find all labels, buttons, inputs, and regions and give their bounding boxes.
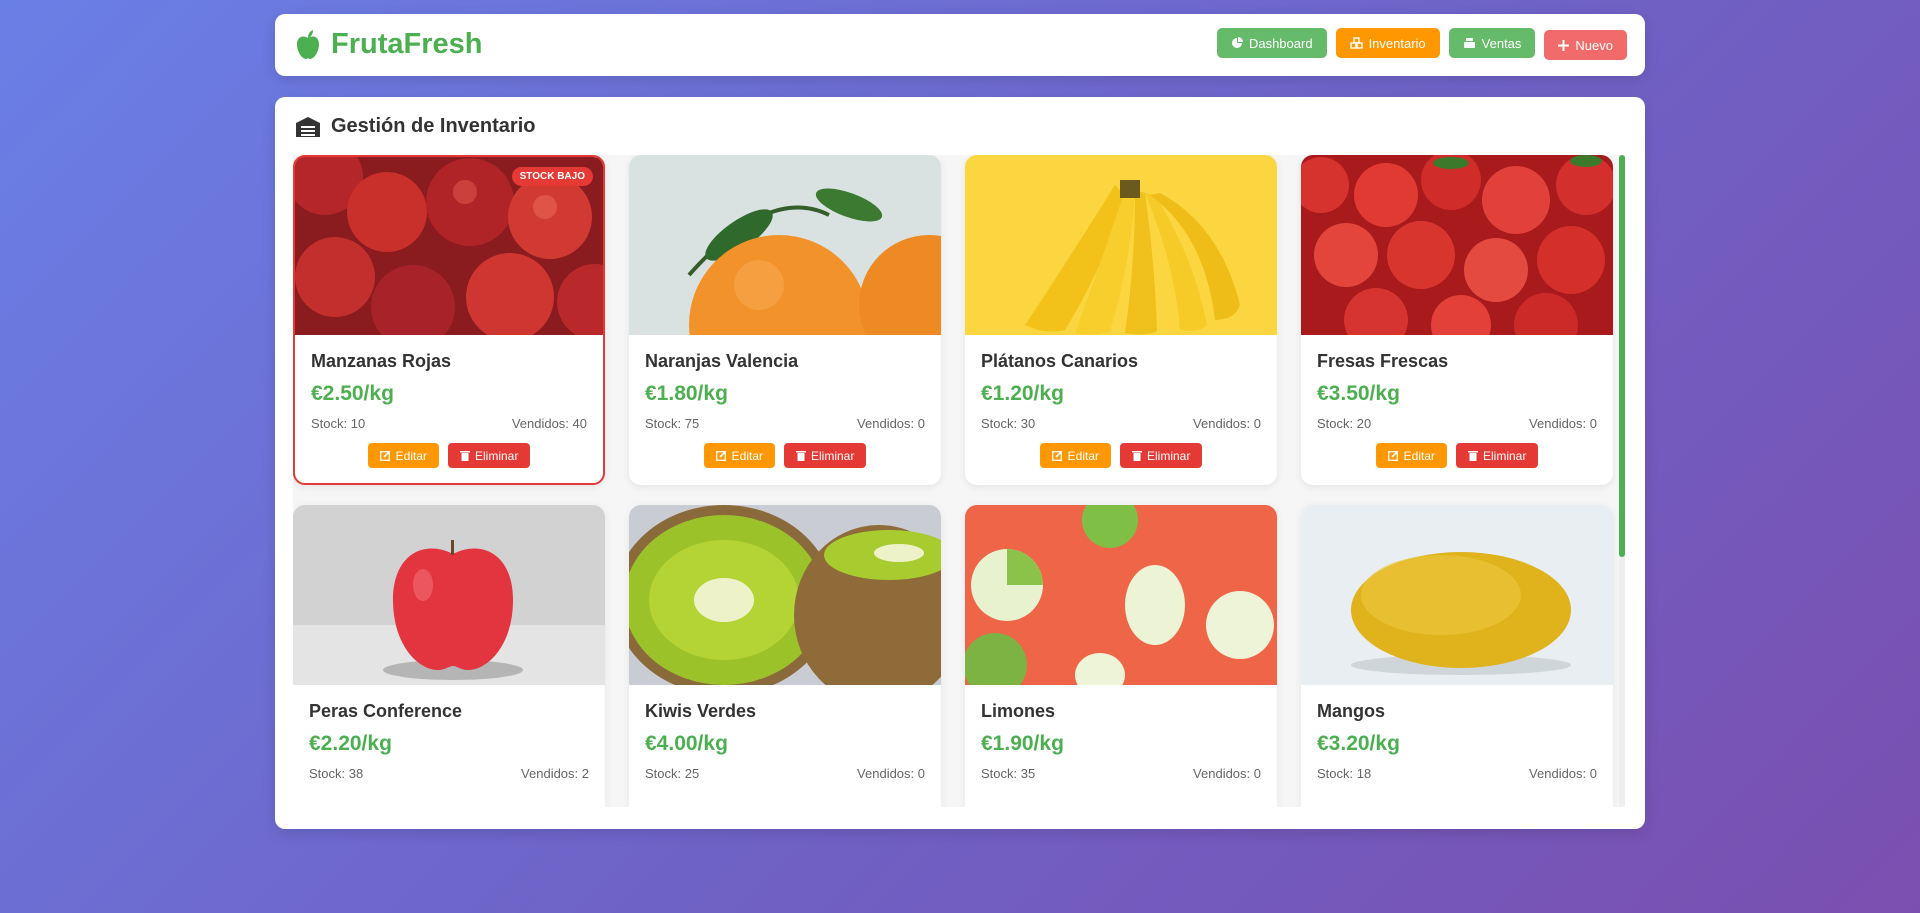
nuevo-label: Nuevo <box>1575 37 1613 53</box>
product-price: €1.20/kg <box>981 382 1064 405</box>
trash-icon <box>1468 450 1478 461</box>
product-name: Plátanos Canarios <box>981 351 1139 371</box>
main-nav: Dashboard Inventario Ventas Nuevo <box>1216 28 1627 60</box>
ventas-button[interactable]: Ventas <box>1448 28 1536 58</box>
product-card: Mangos €3.20/kg Stock: 18 Vendidos: 0 <box>1301 505 1613 807</box>
delete-button[interactable]: Eliminar <box>1120 443 1203 468</box>
edit-icon <box>715 450 727 461</box>
product-price: €4.00/kg <box>645 732 728 755</box>
product-image <box>629 505 941 685</box>
product-name: Limones <box>981 701 1056 721</box>
product-sold: Vendidos: 0 <box>1529 766 1597 781</box>
delete-button[interactable]: Eliminar <box>1456 443 1539 468</box>
product-sold: Vendidos: 2 <box>521 766 589 781</box>
product-stock: Stock: 20 <box>1317 416 1372 431</box>
product-card: STOCK BAJO Manzanas Rojas €2.50/kg Stock… <box>293 155 605 485</box>
cash-register-icon <box>1463 37 1476 49</box>
dashboard-label: Dashboard <box>1248 35 1313 51</box>
delete-label: Eliminar <box>811 448 855 463</box>
inventory-panel: Gestión de Inventario STOCK BAJO Manzana… <box>275 97 1645 829</box>
product-stock: Stock: 25 <box>645 766 700 781</box>
delete-label: Eliminar <box>1147 448 1191 463</box>
product-card: Plátanos Canarios €1.20/kg Stock: 30 Ven… <box>965 155 1277 485</box>
top-header: FrutaFresh Dashboard Inventario Ventas N… <box>275 14 1645 76</box>
edit-button[interactable]: Editar <box>1039 443 1111 468</box>
product-card: Peras Conference €2.20/kg Stock: 38 Vend… <box>293 505 605 807</box>
nuevo-button[interactable]: Nuevo <box>1544 30 1627 60</box>
section-title: Gestión de Inventario <box>331 115 536 137</box>
product-image: STOCK BAJO <box>295 157 603 335</box>
product-sold: Vendidos: 0 <box>1529 416 1597 431</box>
product-stock: Stock: 75 <box>645 416 700 431</box>
product-stock: Stock: 38 <box>309 766 364 781</box>
product-card: Naranjas Valencia €1.80/kg Stock: 75 Ven… <box>629 155 941 485</box>
edit-button[interactable]: Editar <box>1375 443 1447 468</box>
product-image <box>293 505 605 685</box>
product-price: €1.80/kg <box>645 382 728 405</box>
product-name: Fresas Frescas <box>1317 351 1449 371</box>
boxes-icon <box>1349 37 1363 49</box>
product-sold: Vendidos: 0 <box>857 416 925 431</box>
edit-button[interactable]: Editar <box>367 443 439 468</box>
section-header: Gestión de Inventario <box>295 115 535 138</box>
product-grid-viewport[interactable]: STOCK BAJO Manzanas Rojas €2.50/kg Stock… <box>293 155 1625 807</box>
product-sold: Vendidos: 0 <box>857 766 925 781</box>
product-card: Kiwis Verdes €4.00/kg Stock: 25 Vendidos… <box>629 505 941 807</box>
edit-label: Editar <box>731 448 763 463</box>
product-price: €2.20/kg <box>309 732 392 755</box>
product-price: €1.90/kg <box>981 732 1064 755</box>
edit-button[interactable]: Editar <box>703 443 775 468</box>
product-name: Naranjas Valencia <box>645 351 799 371</box>
delete-label: Eliminar <box>475 448 519 463</box>
product-sold: Vendidos: 40 <box>511 416 587 431</box>
product-sold: Vendidos: 0 <box>1193 416 1261 431</box>
product-image <box>965 155 1277 335</box>
product-image <box>1301 155 1613 335</box>
apple-icon <box>295 29 321 60</box>
delete-button[interactable]: Eliminar <box>448 443 531 468</box>
edit-label: Editar <box>1403 448 1435 463</box>
product-grid: STOCK BAJO Manzanas Rojas €2.50/kg Stock… <box>293 155 1613 807</box>
edit-icon <box>379 450 391 461</box>
plus-icon <box>1558 39 1570 51</box>
product-sold: Vendidos: 0 <box>1193 766 1261 781</box>
product-stock: Stock: 35 <box>981 766 1036 781</box>
product-image <box>1301 505 1613 685</box>
product-price: €2.50/kg <box>311 382 394 405</box>
product-name: Manzanas Rojas <box>311 351 452 371</box>
edit-icon <box>1387 450 1399 461</box>
product-name: Mangos <box>1317 701 1386 721</box>
scrollbar-thumb[interactable] <box>1619 155 1625 557</box>
trash-icon <box>460 450 470 461</box>
product-image <box>629 155 941 335</box>
delete-button[interactable]: Eliminar <box>784 443 867 468</box>
product-stock: Stock: 10 <box>311 416 366 431</box>
brand[interactable]: FrutaFresh <box>295 28 482 61</box>
product-name: Peras Conference <box>309 701 463 721</box>
delete-label: Eliminar <box>1483 448 1527 463</box>
product-price: €3.20/kg <box>1317 732 1400 755</box>
chart-pie-icon <box>1231 37 1243 49</box>
trash-icon <box>796 450 806 461</box>
inventario-label: Inventario <box>1368 35 1426 51</box>
product-card: Limones €1.90/kg Stock: 35 Vendidos: 0 <box>965 505 1277 807</box>
warehouse-icon <box>295 116 321 138</box>
edit-icon <box>1051 450 1063 461</box>
edit-label: Editar <box>1067 448 1099 463</box>
low-stock-badge: STOCK BAJO <box>511 167 593 186</box>
ventas-label: Ventas <box>1481 35 1522 51</box>
edit-label: Editar <box>395 448 427 463</box>
scrollbar[interactable] <box>1619 155 1625 807</box>
app-name: FrutaFresh <box>331 28 483 60</box>
inventario-button[interactable]: Inventario <box>1335 28 1440 58</box>
product-price: €3.50/kg <box>1317 382 1400 405</box>
product-image <box>965 505 1277 685</box>
product-card: Fresas Frescas €3.50/kg Stock: 20 Vendid… <box>1301 155 1613 485</box>
product-stock: Stock: 18 <box>1317 766 1372 781</box>
product-stock: Stock: 30 <box>981 416 1036 431</box>
dashboard-button[interactable]: Dashboard <box>1216 28 1327 58</box>
product-name: Kiwis Verdes <box>645 701 757 721</box>
trash-icon <box>1132 450 1142 461</box>
